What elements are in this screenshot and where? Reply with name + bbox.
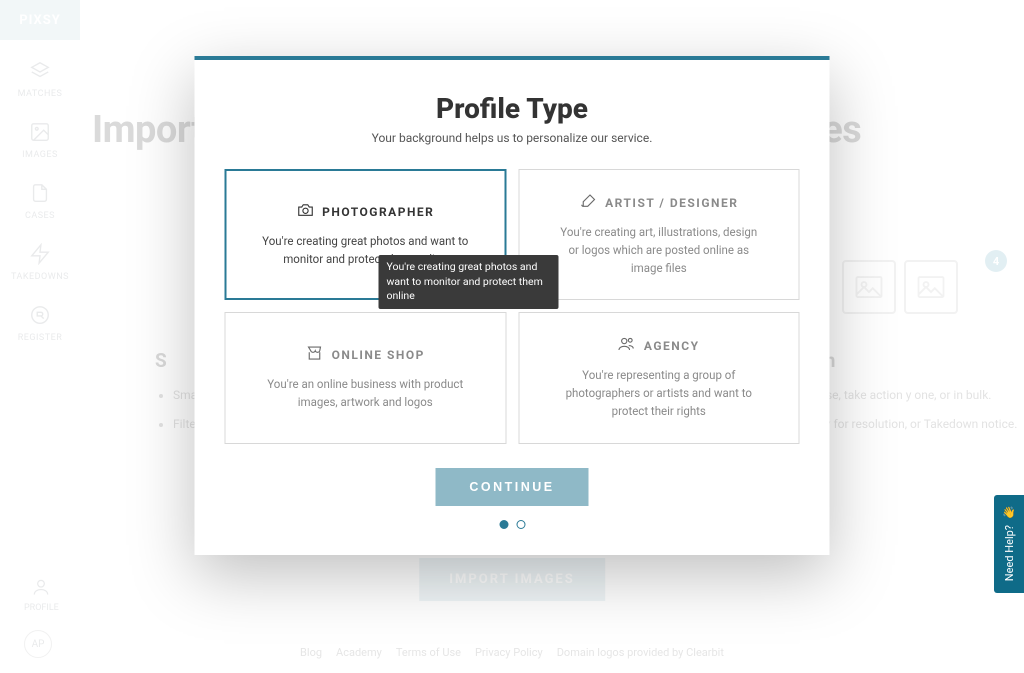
modal-title: Profile Type xyxy=(225,92,800,125)
profile-type-modal: Profile Type Your background helps us to… xyxy=(195,56,830,555)
option-title: ONLINE SHOP xyxy=(332,348,425,362)
option-desc: You're representing a group of photograp… xyxy=(554,367,764,420)
continue-button[interactable]: CONTINUE xyxy=(435,468,588,506)
step-dot-1 xyxy=(499,520,508,529)
step-indicator xyxy=(225,520,800,529)
wave-icon: 👋 xyxy=(1002,506,1016,519)
brush-icon xyxy=(579,192,597,214)
option-title: ARTIST / DESIGNER xyxy=(605,196,738,210)
option-desc: You're creating art, illustrations, desi… xyxy=(554,224,764,277)
store-icon xyxy=(306,344,324,366)
camera-icon xyxy=(296,201,314,223)
option-desc: You're an online business with product i… xyxy=(260,376,470,412)
help-tab-label: Need Help? xyxy=(1003,525,1016,581)
modal-subtitle: Your background helps us to personalize … xyxy=(225,131,800,145)
users-icon xyxy=(618,335,636,357)
option-artist-designer[interactable]: ARTIST / DESIGNER You're creating art, i… xyxy=(518,169,800,300)
option-title: PHOTOGRAPHER xyxy=(322,205,434,219)
option-tooltip: You're creating great photos and want to… xyxy=(379,255,559,309)
help-tab[interactable]: 👋 Need Help? xyxy=(994,495,1024,593)
option-online-shop[interactable]: ONLINE SHOP You're an online business wi… xyxy=(225,312,507,443)
option-agency[interactable]: AGENCY You're representing a group of ph… xyxy=(518,312,800,443)
step-dot-2 xyxy=(516,520,525,529)
option-title: AGENCY xyxy=(644,339,700,353)
